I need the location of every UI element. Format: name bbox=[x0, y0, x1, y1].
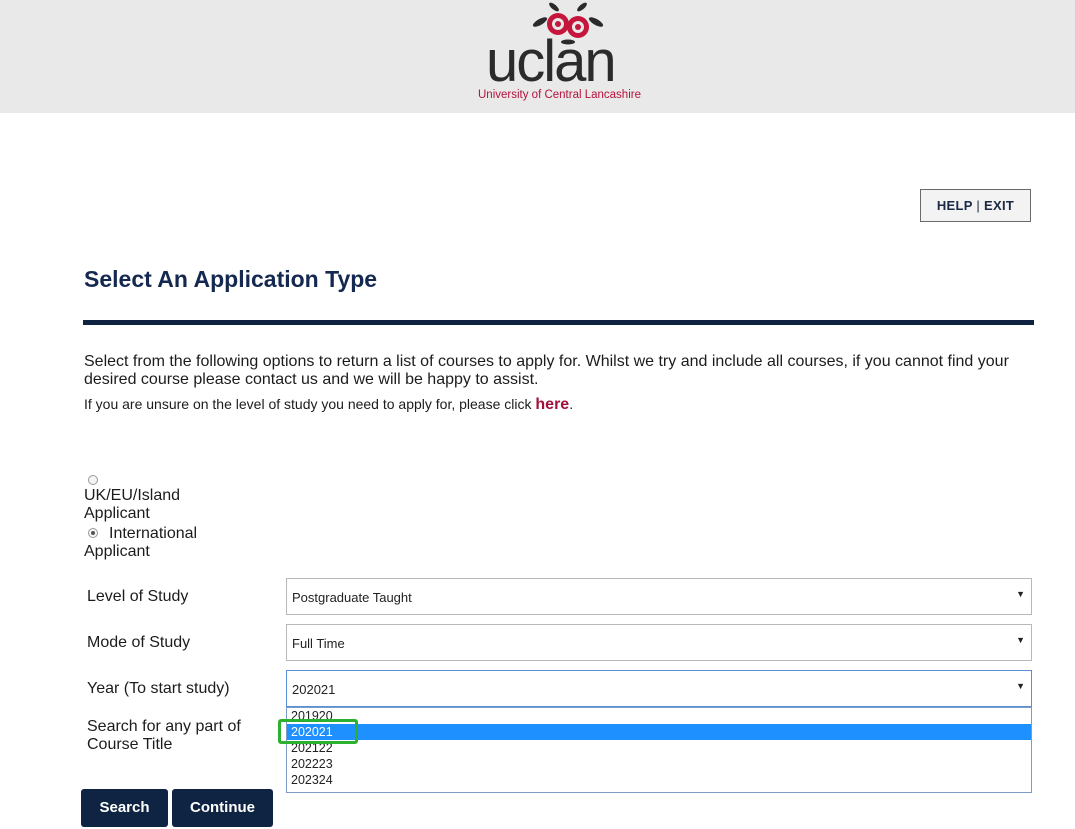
chevron-down-icon: ▼ bbox=[1016, 635, 1025, 645]
level-of-study-value: Postgraduate Taught bbox=[292, 590, 412, 605]
level-of-study-label: Level of Study bbox=[87, 588, 189, 605]
search-label-line2: Course Title bbox=[87, 736, 173, 753]
radio-label-intl-line1: International bbox=[109, 525, 198, 542]
logo-wordmark: uclan bbox=[486, 29, 617, 94]
chevron-down-icon: ▼ bbox=[1016, 681, 1025, 691]
help-exit-separator: | bbox=[976, 198, 981, 213]
radio-uk-eu-island[interactable] bbox=[88, 475, 98, 485]
mode-of-study-value: Full Time bbox=[292, 636, 345, 651]
help-link[interactable]: HELP bbox=[937, 198, 973, 213]
continue-button[interactable]: Continue bbox=[172, 789, 273, 827]
mode-of-study-label: Mode of Study bbox=[87, 634, 191, 651]
unsure-text-line: If you are unsure on the level of study … bbox=[84, 396, 573, 414]
year-value: 202021 bbox=[292, 682, 336, 697]
unsure-text: If you are unsure on the level of study … bbox=[84, 396, 532, 412]
course-title-search-label: Search for any part of Course Title bbox=[87, 718, 241, 754]
annotation-highlight-box bbox=[278, 719, 358, 744]
radio-label-uk-line2: Applicant bbox=[84, 505, 150, 522]
year-option[interactable]: 202223 bbox=[287, 756, 1031, 772]
year-select[interactable]: 202021 ▼ bbox=[286, 670, 1032, 707]
page-title: Select An Application Type bbox=[84, 266, 378, 292]
year-option-selected[interactable]: 202021 bbox=[287, 724, 1031, 740]
radio-label-uk-eu-island: UK/EU/Island Applicant bbox=[84, 487, 180, 523]
unsure-period: . bbox=[569, 396, 574, 412]
search-button[interactable]: Search bbox=[81, 789, 168, 827]
chevron-down-icon: ▼ bbox=[1016, 589, 1025, 599]
exit-link[interactable]: EXIT bbox=[984, 198, 1014, 213]
search-label-line1: Search for any part of bbox=[87, 718, 241, 735]
radio-label-intl-line2: Applicant bbox=[84, 543, 150, 560]
level-of-study-select[interactable]: Postgraduate Taught ▼ bbox=[286, 578, 1032, 615]
intro-text: Select from the following options to ret… bbox=[84, 353, 1009, 388]
uclan-logo[interactable]: uclan University of Central Lancashire bbox=[470, 2, 650, 110]
mode-of-study-select[interactable]: Full Time ▼ bbox=[286, 624, 1032, 661]
here-link[interactable]: here bbox=[535, 396, 569, 413]
year-label: Year (To start study) bbox=[87, 680, 230, 697]
radio-label-international: International Applicant bbox=[84, 525, 197, 561]
year-option[interactable]: 202324 bbox=[287, 772, 1031, 788]
radio-label-uk-line1: UK/EU/Island bbox=[84, 487, 181, 504]
year-dropdown-list[interactable]: 201920 202021 202122 202223 202324 bbox=[286, 707, 1032, 793]
title-divider bbox=[83, 320, 1034, 325]
help-exit-box: HELP | EXIT bbox=[920, 189, 1031, 222]
logo-subtitle: University of Central Lancashire bbox=[478, 89, 641, 101]
header-banner: uclan University of Central Lancashire bbox=[0, 0, 1075, 113]
year-option[interactable]: 202122 bbox=[287, 740, 1031, 756]
year-option[interactable]: 201920 bbox=[287, 708, 1031, 724]
